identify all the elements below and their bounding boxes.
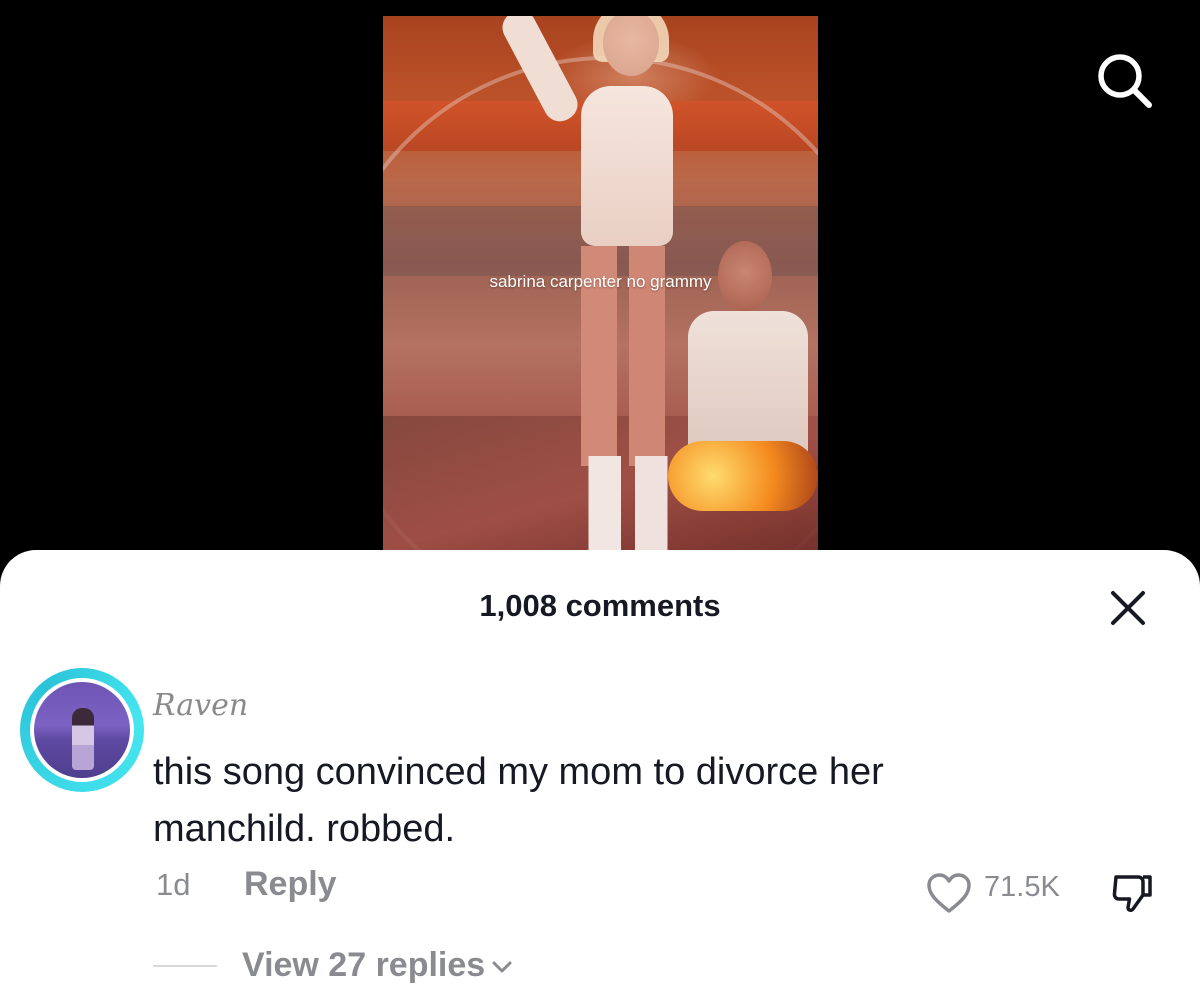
view-replies-label: View 27 replies (242, 946, 486, 984)
chevron-down-icon (492, 961, 512, 973)
view-replies-button[interactable]: View 27 replies (242, 946, 513, 985)
avatar[interactable] (20, 668, 144, 792)
comment-username[interactable]: Raven (153, 688, 248, 723)
replies-divider (153, 965, 217, 967)
video-caption: sabrina carpenter no grammy (489, 272, 712, 291)
video-area: sabrina carpenter no grammy (0, 0, 1200, 600)
comment-item: Raven this song convinced my mom to divo… (0, 660, 1200, 1000)
reply-button[interactable]: Reply (244, 865, 337, 904)
like-count: 71.5K (984, 871, 1060, 903)
avatar-image (34, 682, 130, 778)
comments-count-title: 1,008 comments (479, 588, 721, 623)
close-icon[interactable] (1108, 588, 1148, 628)
comment-timestamp: 1d (156, 867, 191, 902)
search-icon[interactable] (1094, 50, 1156, 112)
comment-text: this song convinced my mom to divorce he… (153, 751, 884, 850)
thumbs-down-icon[interactable] (1110, 871, 1156, 917)
comments-sheet: 1,008 comments Raven this song convinced… (0, 550, 1200, 1001)
heart-outline-icon[interactable] (926, 872, 972, 914)
